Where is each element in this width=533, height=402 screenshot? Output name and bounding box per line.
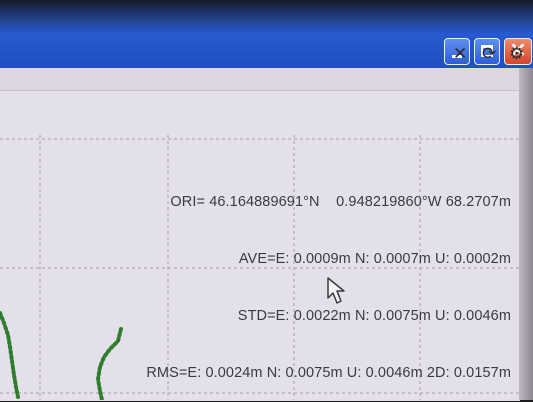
rms-line: RMS=E: 0.0024m N: 0.0075m U: 0.0046m 2D:…	[146, 365, 511, 381]
gear-icon[interactable]: ⚙	[509, 45, 524, 62]
titlebar-shade	[0, 0, 533, 34]
gps-track-left	[0, 311, 20, 399]
ave-line: AVE=E: 0.0009m N: 0.0007m U: 0.0002m	[238, 251, 511, 267]
mouse-cursor-icon	[327, 277, 345, 304]
refresh-icon[interactable]: ⟳	[482, 45, 496, 62]
ori-line: ORI= 46.164889691°N 0.948219860°W 68.270…	[170, 194, 511, 210]
window-right-edge	[519, 68, 533, 400]
gps-track-right	[95, 327, 123, 400]
std-line: STD=E: 0.0022m N: 0.0075m U: 0.0046m	[237, 308, 511, 324]
panel-close-icon[interactable]: ✕	[453, 45, 467, 62]
